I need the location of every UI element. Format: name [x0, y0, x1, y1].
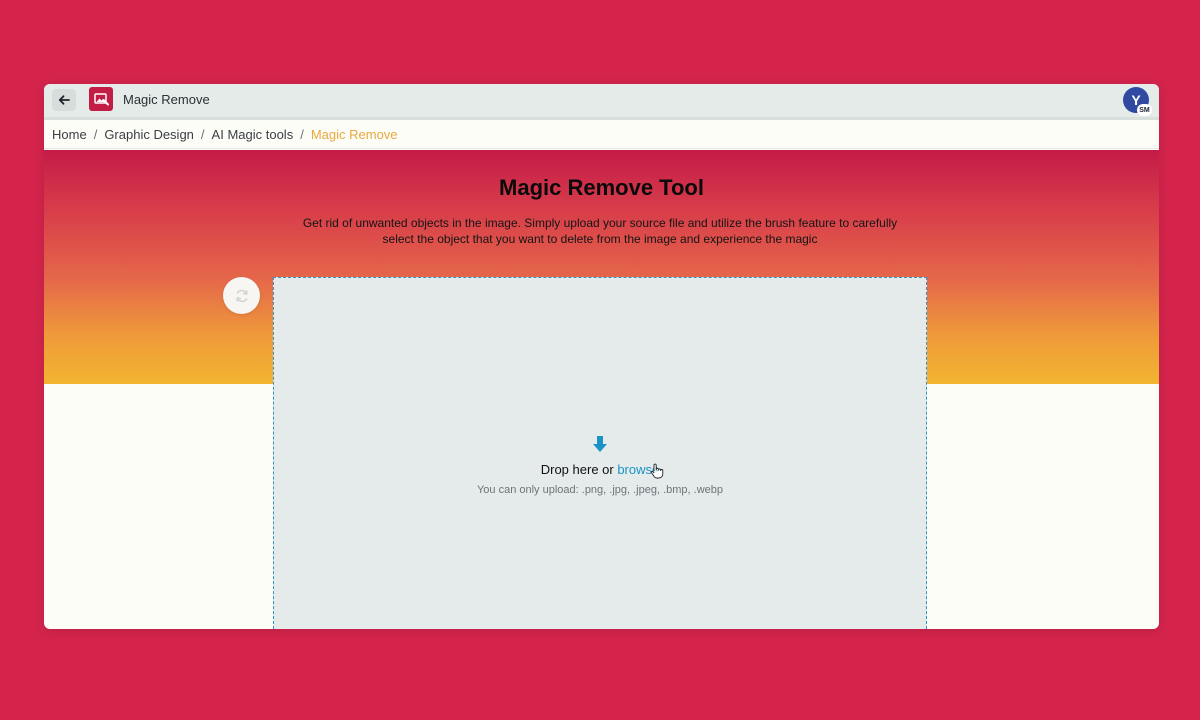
- breadcrumb-separator: /: [200, 127, 205, 142]
- breadcrumb-home[interactable]: Home: [52, 127, 87, 142]
- page-title: Magic Remove Tool: [499, 175, 704, 200]
- arrow-left-icon: [58, 95, 70, 105]
- breadcrumb: Home / Graphic Design / AI Magic tools /…: [52, 127, 398, 142]
- magic-remove-app-icon: [89, 87, 113, 111]
- top-bar: Magic Remove Y SM: [44, 84, 1159, 120]
- refresh-icon: [235, 289, 248, 302]
- allowed-formats-hint: You can only upload: .png, .jpg, .jpeg, …: [476, 484, 724, 496]
- hand-cursor-icon: [650, 463, 664, 479]
- refresh-button[interactable]: [223, 277, 260, 314]
- page-description: Get rid of unwanted objects in the image…: [302, 216, 898, 246]
- divider: [44, 148, 1159, 149]
- breadcrumb-separator: /: [300, 127, 304, 142]
- drop-prompt: Drop here or: [540, 462, 618, 477]
- breadcrumb-ai-magic-tools[interactable]: AI Magic tools: [212, 127, 294, 142]
- drop-instructions: Drop here or browse: [274, 462, 926, 477]
- app-title: Magic Remove: [123, 92, 210, 107]
- download-arrow-icon: [593, 436, 607, 452]
- avatar-badge: SM: [1137, 104, 1152, 116]
- back-button[interactable]: [52, 89, 76, 111]
- breadcrumb-graphic-design[interactable]: Graphic Design: [104, 127, 194, 142]
- upload-dropzone[interactable]: Drop here or browse You can only upload:…: [273, 277, 927, 629]
- breadcrumb-current: Magic Remove: [310, 127, 398, 142]
- user-avatar[interactable]: Y SM: [1123, 87, 1152, 116]
- breadcrumb-separator: /: [93, 127, 98, 142]
- app-window: Magic Remove Y SM Home / Graphic Design …: [44, 84, 1159, 629]
